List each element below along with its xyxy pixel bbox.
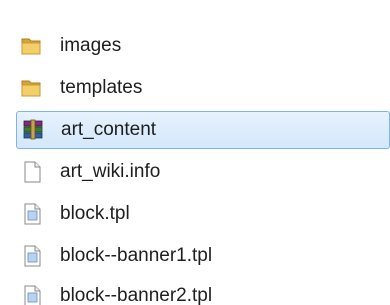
file-row-block-banner2-tpl[interactable]: block--banner2.tpl <box>16 278 390 305</box>
file-row-art-wiki-info[interactable]: art_wiki.info <box>16 154 390 192</box>
file-name: block--banner2.tpl <box>60 285 213 305</box>
file-row-block-banner1-tpl[interactable]: block--banner1.tpl <box>16 238 390 276</box>
tpl-document-icon <box>20 284 44 305</box>
tpl-document-icon <box>20 244 44 268</box>
winrar-archive-icon <box>21 118 45 142</box>
file-row-art-content[interactable]: art_content <box>16 111 390 149</box>
tpl-document-icon <box>20 202 44 226</box>
file-row-images[interactable]: images <box>16 28 390 66</box>
file-name: art_content <box>61 119 157 140</box>
file-name: templates <box>60 77 143 98</box>
file-name: images <box>60 35 122 56</box>
file-row-block-tpl[interactable]: block.tpl <box>16 196 390 234</box>
folder-icon <box>20 76 44 100</box>
file-name: block.tpl <box>60 203 130 224</box>
file-row-templates[interactable]: templates <box>16 70 390 108</box>
blank-document-icon <box>20 160 44 184</box>
file-name: art_wiki.info <box>60 161 161 182</box>
file-list: images templates art_content art_wiki.in… <box>0 0 390 305</box>
file-name: block--banner1.tpl <box>60 245 213 266</box>
folder-icon <box>20 34 44 58</box>
